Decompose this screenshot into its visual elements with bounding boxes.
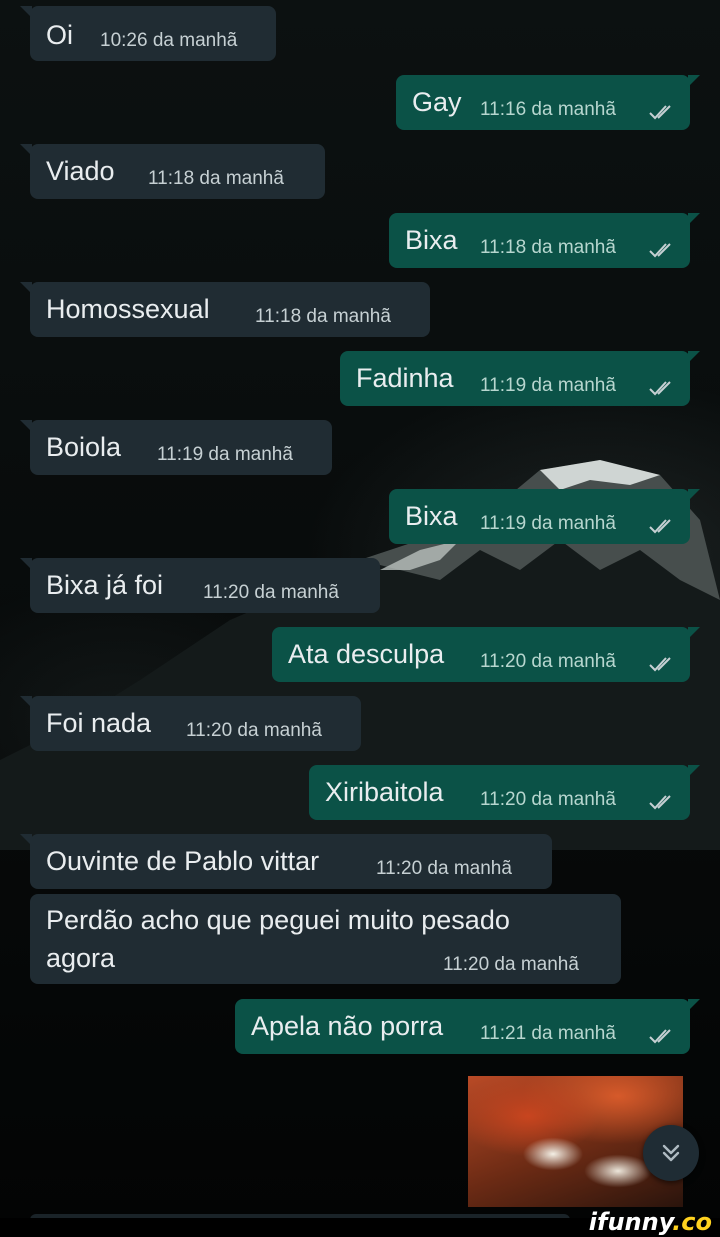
message-time: 11:19 da manhã: [480, 513, 616, 534]
message-text-line2: agora: [46, 943, 116, 973]
message-time: 11:20 da manhã: [480, 651, 616, 672]
message-text: Bixa: [405, 225, 458, 255]
incoming-message[interactable]: Homossexual 11:18 da manhã: [20, 282, 430, 337]
message-time: 11:16 da manhã: [480, 99, 616, 120]
message-text: Ata desculpa: [288, 639, 445, 669]
outgoing-message[interactable]: Gay 11:16 da manhã: [396, 75, 700, 130]
message-time: 11:18 da manhã: [255, 306, 391, 327]
incoming-message[interactable]: Oi 10:26 da manhã: [20, 6, 276, 61]
scroll-to-bottom-button[interactable]: [643, 1125, 699, 1181]
message-text: Xiribaitola: [325, 777, 444, 807]
message-text: Ouvinte de Pablo vittar: [46, 846, 320, 876]
incoming-message[interactable]: Foi nada 11:20 da manhã: [20, 696, 361, 751]
read-checkmarks-icon: [649, 519, 671, 534]
message-time: 11:20 da manhã: [480, 789, 616, 810]
outgoing-message[interactable]: Apela não porra 11:21 da manhã: [235, 999, 700, 1054]
message-time: 11:20 da manhã: [443, 954, 579, 975]
message-time: 10:26 da manhã: [100, 30, 238, 51]
watermark-brand: ifunny: [588, 1208, 673, 1236]
outgoing-message[interactable]: Bixa 11:18 da manhã: [389, 213, 700, 268]
read-checkmarks-icon: [649, 105, 671, 120]
message-text: Oi: [46, 20, 73, 50]
message-text: Gay: [412, 87, 462, 117]
outgoing-message[interactable]: Bixa 11:19 da manhã: [389, 489, 700, 544]
message-text: Fadinha: [356, 363, 454, 393]
watermark-logo: ifunny.co: [589, 1208, 712, 1236]
message-text: Bixa já foi: [46, 570, 164, 600]
message-time: 11:18 da manhã: [480, 237, 616, 258]
message-text: Viado: [46, 156, 115, 186]
read-checkmarks-icon: [649, 381, 671, 396]
message-text: Bixa: [405, 501, 458, 531]
incoming-message[interactable]: Viado 11:18 da manhã: [20, 144, 325, 199]
outgoing-message[interactable]: Ata desculpa 11:20 da manhã: [272, 627, 700, 682]
double-chevron-down-icon: [662, 1144, 680, 1162]
message-time: 11:18 da manhã: [148, 168, 284, 189]
incoming-message[interactable]: Perdão acho que peguei muito pesado agor…: [30, 894, 621, 984]
message-time: 11:20 da manhã: [203, 582, 339, 603]
message-text: Boiola: [46, 432, 122, 462]
incoming-message[interactable]: Ouvinte de Pablo vittar 11:20 da manhã: [20, 834, 552, 889]
read-checkmarks-icon: [649, 795, 671, 810]
watermark-suffix: .co: [672, 1208, 712, 1236]
message-text: Homossexual: [46, 294, 210, 324]
read-checkmarks-icon: [649, 1029, 671, 1044]
message-time: 11:21 da manhã: [480, 1023, 616, 1044]
message-text: Foi nada: [46, 708, 152, 738]
message-time: 11:19 da manhã: [157, 444, 293, 465]
outgoing-message[interactable]: Xiribaitola 11:20 da manhã: [309, 765, 700, 820]
message-time: 11:20 da manhã: [376, 858, 512, 879]
read-checkmarks-icon: [649, 657, 671, 672]
message-text-line1: Perdão acho que peguei muito pesado: [46, 905, 510, 935]
read-checkmarks-icon: [649, 243, 671, 258]
message-time: 11:20 da manhã: [186, 720, 322, 741]
outgoing-message[interactable]: Fadinha 11:19 da manhã: [340, 351, 700, 406]
message-time: 11:19 da manhã: [480, 375, 616, 396]
message-text: Apela não porra: [251, 1011, 444, 1041]
incoming-message[interactable]: Boiola 11:19 da manhã: [20, 420, 332, 475]
incoming-message[interactable]: Bixa já foi 11:20 da manhã: [20, 558, 380, 613]
